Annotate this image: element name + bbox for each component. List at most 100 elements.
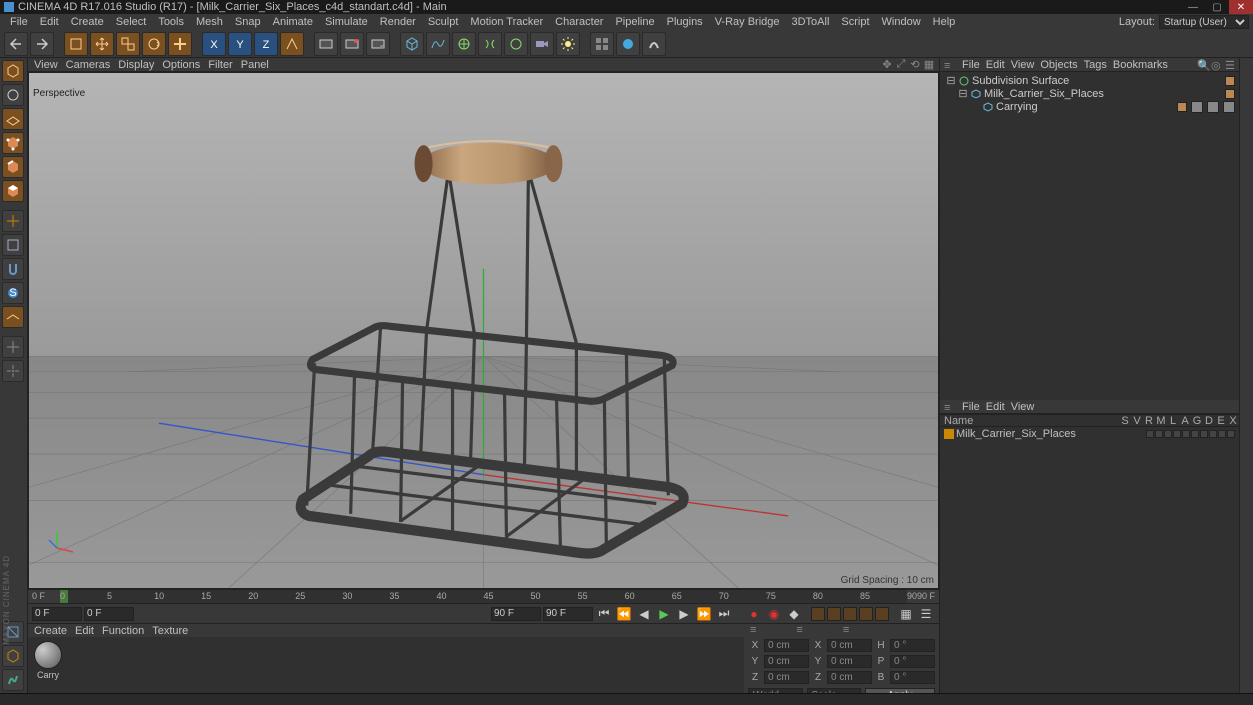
menu-help[interactable]: Help [929, 16, 960, 28]
edge-mode[interactable] [2, 156, 24, 178]
add-generator[interactable] [452, 32, 476, 56]
timeline-scale[interactable]: 051015202530354045505560657075808590 [60, 590, 907, 603]
autokey-button[interactable]: ◉ [765, 605, 783, 623]
goto-next-key-button[interactable]: ⏩ [695, 605, 713, 623]
normal-move[interactable] [2, 360, 24, 382]
object-tag[interactable] [1191, 101, 1203, 113]
goto-prev-key-button[interactable]: ⏪ [615, 605, 633, 623]
python-console[interactable] [2, 669, 24, 691]
coord-value-input[interactable]: 0 cm [764, 639, 809, 652]
play-button[interactable]: ▶ [655, 605, 673, 623]
menu-3dtoall[interactable]: 3DToAll [788, 16, 834, 28]
object-tag[interactable] [1207, 101, 1219, 113]
vp-menu-display[interactable]: Display [118, 59, 154, 71]
make-editable[interactable] [2, 645, 24, 667]
coord-value-input[interactable]: 0 cm [827, 639, 872, 652]
menu-plugins[interactable]: Plugins [663, 16, 707, 28]
coord-value-input[interactable]: 0 cm [764, 655, 809, 668]
menu-simulate[interactable]: Simulate [321, 16, 372, 28]
move-parent[interactable] [2, 336, 24, 358]
material-preview[interactable] [34, 641, 62, 669]
menu-create[interactable]: Create [67, 16, 108, 28]
coord-system[interactable] [280, 32, 304, 56]
prev-frame-button[interactable]: ◀ [635, 605, 653, 623]
object-name[interactable]: Carrying [996, 101, 1175, 113]
menu-window[interactable]: Window [878, 16, 925, 28]
attr-col-d[interactable]: D [1203, 415, 1215, 426]
plugin-2[interactable] [642, 32, 666, 56]
attr-dot[interactable] [1164, 430, 1172, 438]
attr-dot[interactable] [1227, 430, 1235, 438]
attr-col-e[interactable]: E [1215, 415, 1227, 426]
object-tree[interactable]: ⊟Subdivision Surface⊟Milk_Carrier_Six_Pl… [940, 72, 1239, 122]
mat-menu-create[interactable]: Create [34, 625, 67, 637]
attr-col-x[interactable]: X [1227, 415, 1239, 426]
object-row[interactable]: Carrying [944, 100, 1235, 113]
coord-value-input[interactable]: 0 cm [827, 655, 872, 668]
render-view[interactable] [314, 32, 338, 56]
attr-dot[interactable] [1155, 430, 1163, 438]
obj-menu-file[interactable]: File [962, 59, 980, 71]
attr-dot[interactable] [1200, 430, 1208, 438]
key-pla-toggle[interactable] [875, 607, 889, 621]
mat-menu-edit[interactable]: Edit [75, 625, 94, 637]
vp-nav-pan-icon[interactable]: ✥ [881, 59, 893, 71]
enable-axis[interactable] [2, 210, 24, 232]
obj-search-icon[interactable]: 🔍 [1197, 59, 1209, 71]
vp-nav-rotate-icon[interactable]: ⟲ [909, 59, 921, 71]
menu-edit[interactable]: Edit [36, 16, 63, 28]
attr-col-s[interactable]: S [1119, 415, 1131, 426]
attr-dot[interactable] [1191, 430, 1199, 438]
key-options-button[interactable]: ▦ [897, 605, 915, 623]
snap-toggle[interactable] [2, 258, 24, 280]
menu-render[interactable]: Render [376, 16, 420, 28]
key-scale-toggle[interactable] [827, 607, 841, 621]
visibility-dot[interactable] [1225, 89, 1235, 99]
redo-button[interactable] [30, 32, 54, 56]
menu-mesh[interactable]: Mesh [192, 16, 227, 28]
attr-col-v[interactable]: V [1131, 415, 1143, 426]
goto-start-button[interactable]: ⏮ [595, 605, 613, 623]
coord-value-input[interactable]: 0 cm [827, 671, 872, 684]
menu-snap[interactable]: Snap [231, 16, 265, 28]
add-spline[interactable] [426, 32, 450, 56]
layout-select[interactable]: Startup (User) [1159, 15, 1249, 29]
goto-end-button[interactable]: ⏭ [715, 605, 733, 623]
attr-dot[interactable] [1218, 430, 1226, 438]
vp-menu-panel[interactable]: Panel [241, 59, 269, 71]
vp-menu-cameras[interactable]: Cameras [66, 59, 111, 71]
frame-current-input[interactable] [84, 607, 134, 621]
attr-col-a[interactable]: A [1179, 415, 1191, 426]
expand-toggle[interactable]: ⊟ [958, 87, 968, 100]
add-deformer[interactable] [478, 32, 502, 56]
obj-eye-icon[interactable]: ◎ [1211, 59, 1223, 71]
mat-menu-function[interactable]: Function [102, 625, 144, 637]
attr-dot[interactable] [1209, 430, 1217, 438]
attr-object-name[interactable]: Milk_Carrier_Six_Places [956, 428, 1076, 440]
burger-icon[interactable]: ≡ [944, 402, 954, 412]
attr-col-g[interactable]: G [1191, 415, 1203, 426]
object-name[interactable]: Milk_Carrier_Six_Places [984, 88, 1223, 100]
key-pos-toggle[interactable] [811, 607, 825, 621]
render-picture-viewer[interactable] [340, 32, 364, 56]
locked-workplane[interactable]: S [2, 282, 24, 304]
frame-end-input[interactable] [543, 607, 593, 621]
menu-script[interactable]: Script [837, 16, 873, 28]
record-button[interactable]: ● [745, 605, 763, 623]
menu-file[interactable]: File [6, 16, 32, 28]
menu-pipeline[interactable]: Pipeline [611, 16, 658, 28]
content-browser[interactable] [590, 32, 614, 56]
menu-vray[interactable]: V-Ray Bridge [711, 16, 784, 28]
expand-toggle[interactable]: ⊟ [946, 74, 956, 87]
attr-menu-file[interactable]: File [962, 401, 980, 413]
obj-menu-bookmarks[interactable]: Bookmarks [1113, 59, 1168, 71]
attr-menu-view[interactable]: View [1011, 401, 1035, 413]
add-light[interactable] [556, 32, 580, 56]
workplane-tool[interactable] [2, 306, 24, 328]
attr-dot[interactable] [1173, 430, 1181, 438]
burger-icon[interactable]: ≡ [944, 60, 954, 70]
workplane-mode[interactable] [2, 108, 24, 130]
menu-motion-tracker[interactable]: Motion Tracker [466, 16, 547, 28]
mat-menu-texture[interactable]: Texture [152, 625, 188, 637]
model-mode[interactable] [2, 60, 24, 82]
